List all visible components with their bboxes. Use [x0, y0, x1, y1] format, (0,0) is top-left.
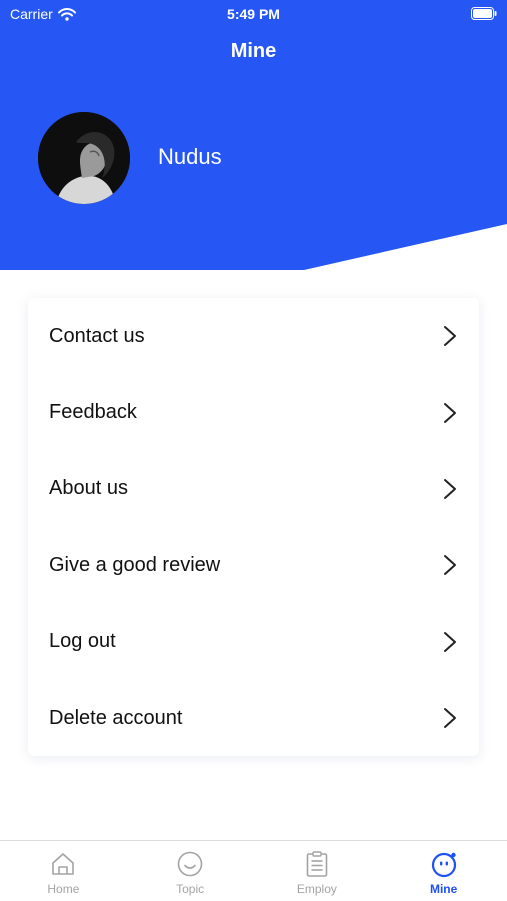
username: Nudus — [158, 144, 222, 169]
menu-item-label: About us — [49, 477, 128, 500]
menu-item-contact-us[interactable]: Contact us — [28, 298, 479, 374]
menu-item-log-out[interactable]: Log out — [28, 604, 479, 680]
tab-employ[interactable]: Employ — [254, 841, 381, 901]
clipboard-icon — [306, 851, 328, 877]
tab-label: Home — [47, 882, 80, 896]
chevron-right-icon — [444, 478, 456, 499]
smiley-icon — [177, 851, 203, 877]
tab-label: Topic — [176, 882, 205, 896]
menu-item-feedback[interactable]: Feedback — [28, 374, 479, 450]
tab-mine[interactable]: Mine — [380, 841, 507, 901]
chevron-right-icon — [444, 326, 456, 347]
menu-item-label: Feedback — [49, 401, 137, 424]
tab-label: Mine — [429, 882, 458, 896]
status-time: 5:49 PM — [227, 6, 280, 22]
battery-icon — [471, 7, 497, 20]
tab-bar: Home Topic Employ Mine — [0, 840, 507, 901]
page-title: Mine — [230, 40, 277, 62]
menu-item-delete-account[interactable]: Delete account — [28, 680, 479, 756]
menu-item-label: Log out — [49, 630, 116, 653]
menu-card: Contact us Feedback About us Give a good… — [28, 298, 479, 756]
menu-item-label: Give a good review — [49, 553, 221, 576]
menu-item-about-us[interactable]: About us — [28, 451, 479, 527]
mine-face-icon — [431, 852, 456, 878]
tab-home[interactable]: Home — [0, 841, 127, 901]
status-bar: Carrier 5:49 PM — [0, 0, 507, 28]
tab-label: Employ — [296, 882, 337, 896]
avatar[interactable] — [38, 112, 130, 204]
chevron-right-icon — [444, 631, 456, 652]
chevron-right-icon — [444, 402, 456, 423]
home-icon — [52, 853, 75, 875]
menu-item-give-review[interactable]: Give a good review — [28, 527, 479, 603]
tab-topic[interactable]: Topic — [127, 841, 254, 901]
chevron-right-icon — [444, 555, 456, 576]
menu-item-label: Delete account — [49, 706, 183, 729]
menu-item-label: Contact us — [49, 324, 145, 347]
chevron-right-icon — [444, 708, 456, 729]
avatar-photo — [38, 112, 130, 204]
